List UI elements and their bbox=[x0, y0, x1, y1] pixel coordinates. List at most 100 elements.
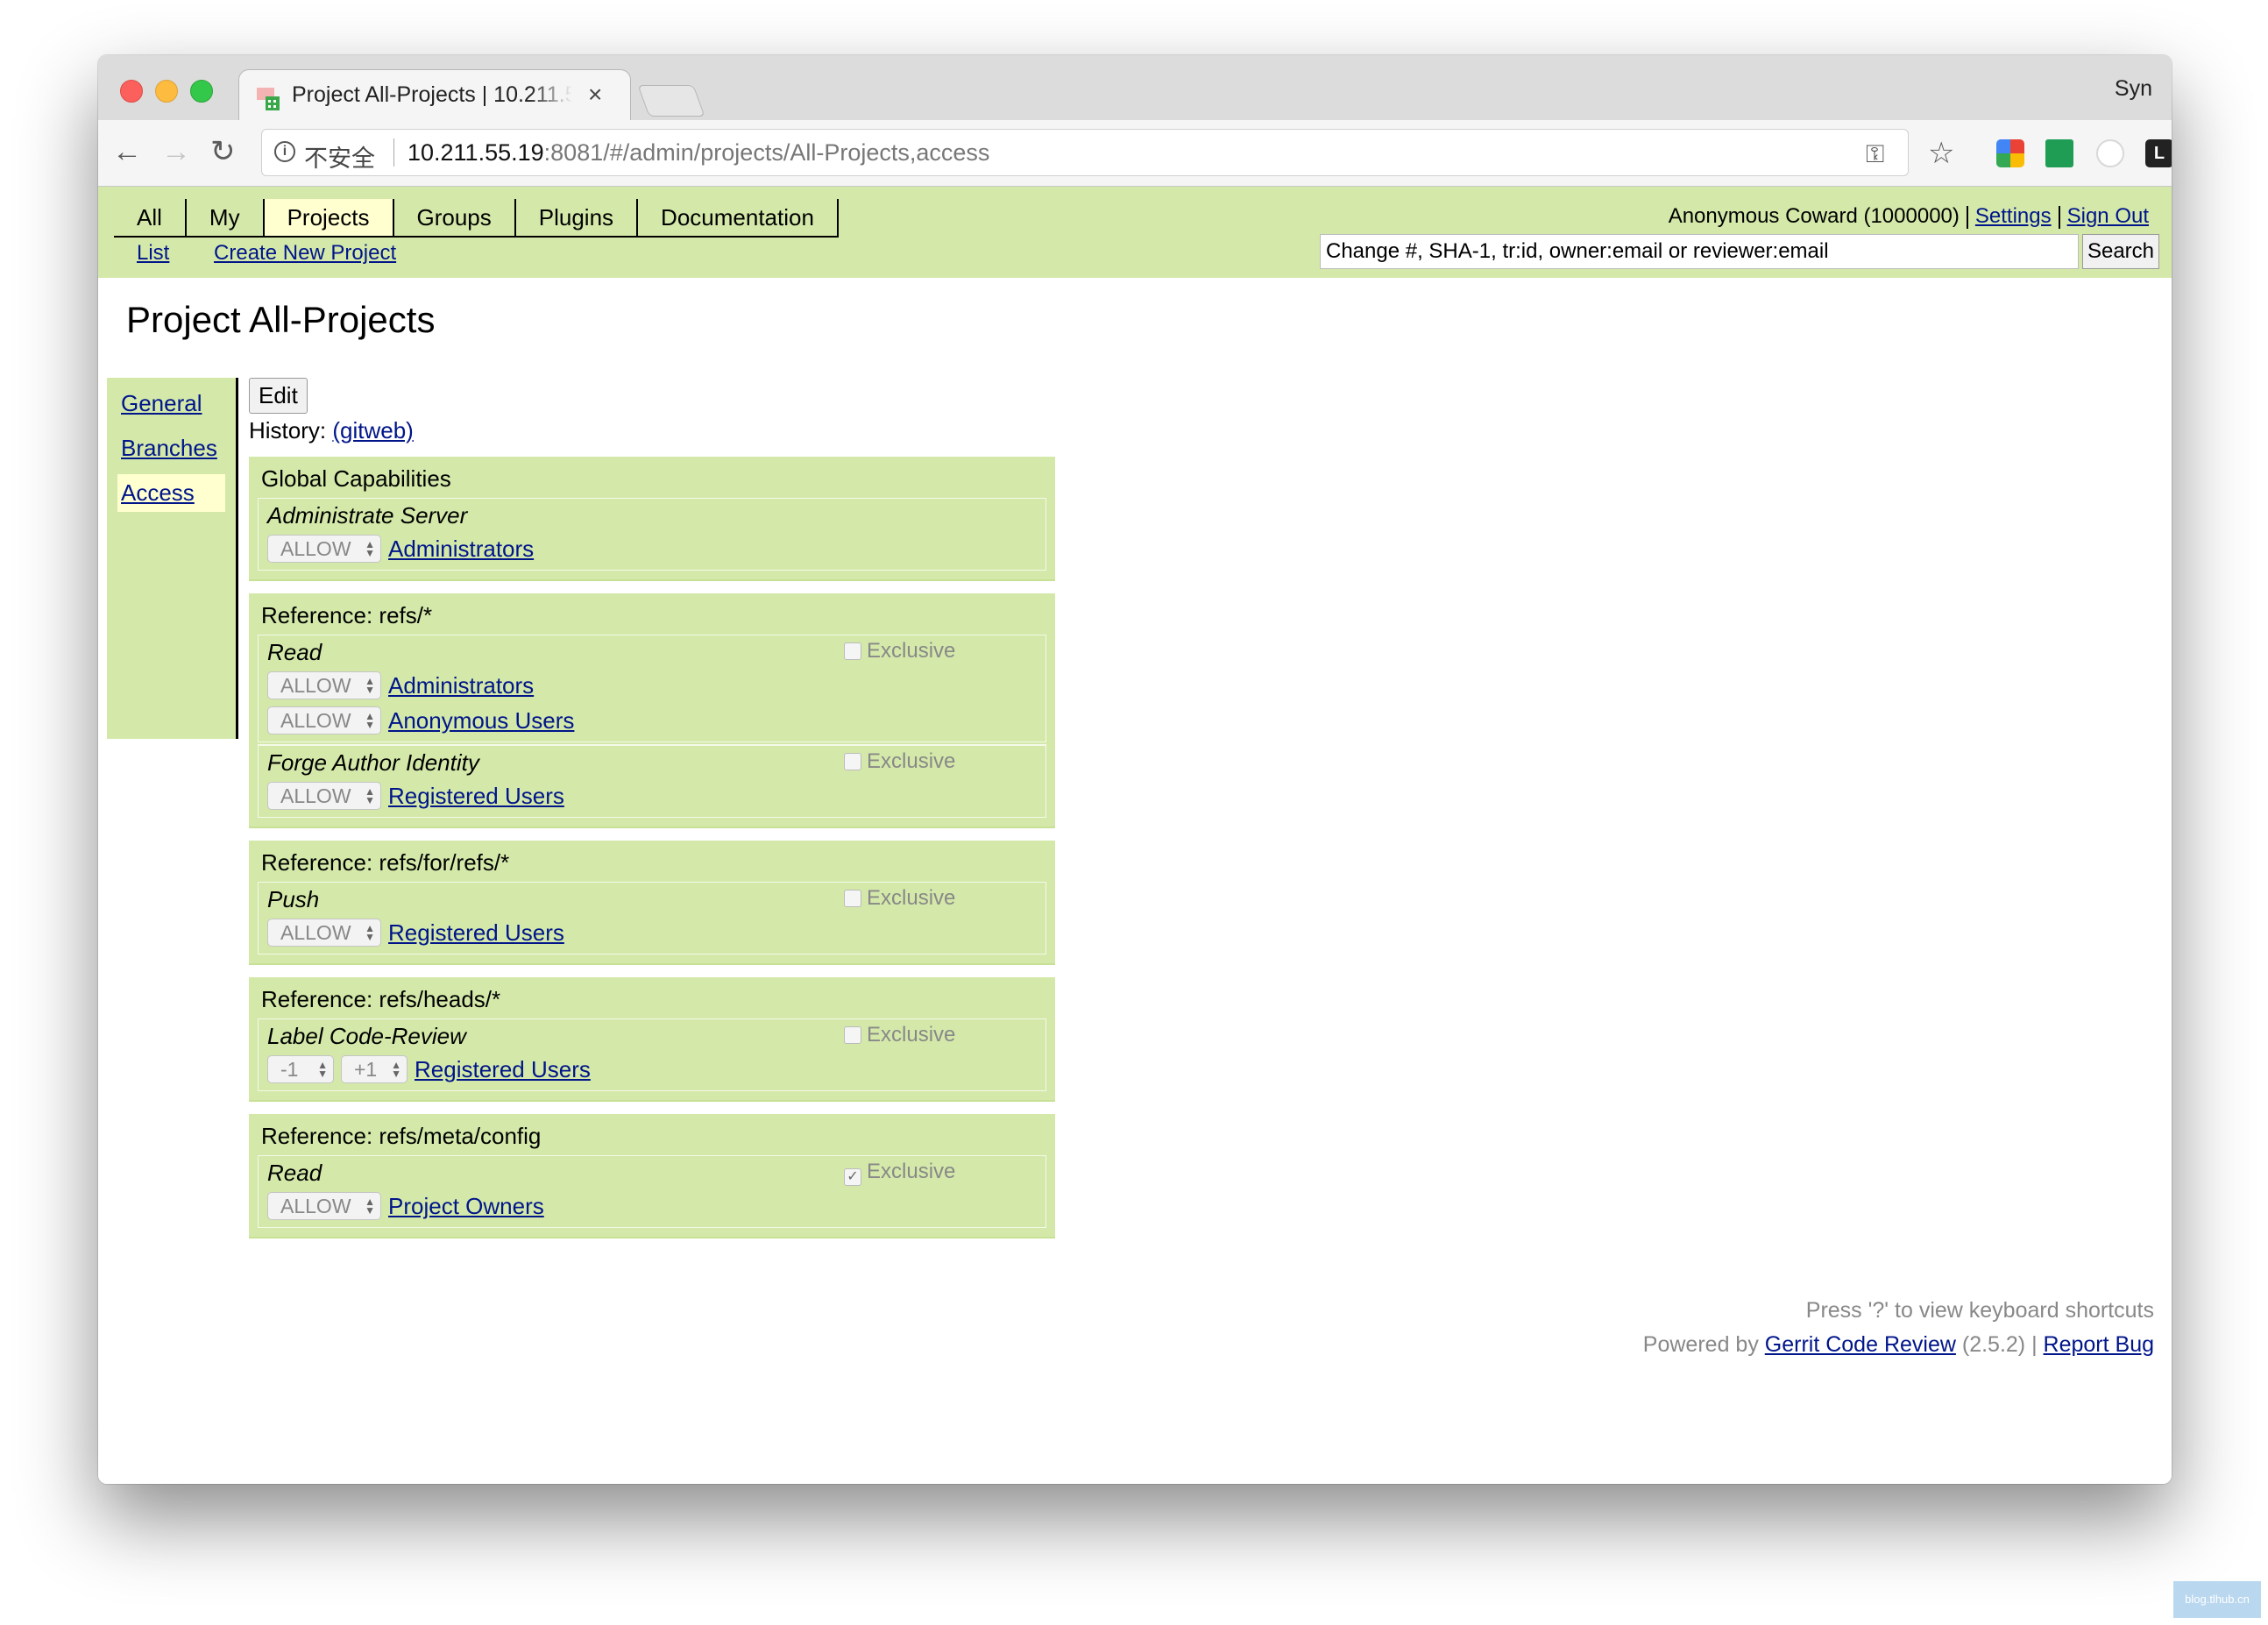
reload-icon[interactable]: ↻ bbox=[210, 134, 236, 169]
exclusive-toggle[interactable]: Exclusive bbox=[844, 639, 955, 663]
sign-out-link[interactable]: Sign Out bbox=[2067, 204, 2149, 228]
section-title: Reference: refs/for/refs/* bbox=[261, 849, 510, 876]
powered-by-line: Powered by Gerrit Code Review (2.5.2) | … bbox=[1643, 1332, 2154, 1358]
section-title: Reference: refs/* bbox=[261, 602, 433, 628]
user-separator bbox=[1966, 205, 1968, 229]
extension-color-icon[interactable] bbox=[1996, 139, 2024, 167]
exclusive-checkbox[interactable] bbox=[844, 1026, 861, 1044]
info-icon[interactable]: i bbox=[274, 141, 295, 162]
zoom-window-button[interactable] bbox=[190, 80, 213, 103]
group-link[interactable]: Registered Users bbox=[388, 783, 564, 810]
exclusive-toggle[interactable]: ✓ Exclusive bbox=[844, 1160, 955, 1186]
search-button[interactable]: Search bbox=[2082, 234, 2159, 269]
profile-name[interactable]: Syn bbox=[2115, 76, 2152, 102]
permission-rule: ALLOW ▲ ▼ Project Owners bbox=[267, 1190, 1037, 1222]
action-select[interactable]: ALLOW ▲ ▼ bbox=[267, 919, 381, 947]
sidebar-item-access[interactable]: Access bbox=[117, 474, 225, 512]
close-window-button[interactable] bbox=[120, 80, 143, 103]
url-host: 10.211.55.19 bbox=[408, 139, 544, 166]
exclusive-toggle[interactable]: Exclusive bbox=[844, 1023, 955, 1047]
exclusive-checkbox-checked[interactable]: ✓ bbox=[844, 1168, 861, 1186]
sidebar-item-general[interactable]: General bbox=[117, 385, 225, 422]
user-separator bbox=[2058, 205, 2060, 229]
group-link[interactable]: Anonymous Users bbox=[388, 707, 574, 734]
address-bar[interactable]: i 不安全 10.211.55.19:8081/#/admin/projects… bbox=[261, 129, 1909, 176]
exclusive-checkbox[interactable] bbox=[844, 890, 861, 907]
url-text[interactable]: 10.211.55.19:8081/#/admin/projects/All-P… bbox=[408, 139, 989, 167]
access-section: Reference: refs/* Read Exclusive ALLOW ▲ ▼… bbox=[249, 593, 1055, 828]
select-arrows-icon: ▲ ▼ bbox=[365, 785, 375, 806]
search-input[interactable] bbox=[1320, 234, 2079, 269]
project-sidebar: General Branches Access bbox=[107, 378, 238, 739]
group-link[interactable]: Project Owners bbox=[388, 1193, 544, 1220]
browser-toolbar: ← → ↻ i 不安全 10.211.55.19:8081/#/admin/pr… bbox=[98, 120, 2172, 187]
menu-item-groups[interactable]: Groups bbox=[394, 199, 516, 236]
report-bug-link[interactable]: Report Bug bbox=[2044, 1332, 2154, 1357]
group-link[interactable]: Administrators bbox=[388, 536, 534, 563]
extension-l-icon[interactable]: L bbox=[2145, 139, 2172, 167]
page-title: Project All-Projects bbox=[126, 299, 436, 340]
submenu-create-project-link[interactable]: Create New Project bbox=[214, 241, 396, 265]
range-min-select[interactable]: -1 ▲ ▼ bbox=[267, 1055, 334, 1083]
submenu-list-link[interactable]: List bbox=[137, 241, 169, 265]
gitweb-link[interactable]: (gitweb) bbox=[332, 417, 413, 444]
browser-tab-active[interactable]: Project All-Projects | 10.211.55.19 × bbox=[238, 69, 631, 120]
minimize-window-button[interactable] bbox=[155, 80, 178, 103]
page-footer: Press '?' to view keyboard shortcuts Pow… bbox=[1643, 1298, 2154, 1366]
edit-button[interactable]: Edit bbox=[249, 378, 308, 414]
action-select[interactable]: ALLOW ▲ ▼ bbox=[267, 1192, 381, 1220]
settings-link[interactable]: Settings bbox=[1975, 204, 2052, 228]
action-select[interactable]: ALLOW ▲ ▼ bbox=[267, 782, 381, 810]
back-arrow-icon[interactable]: ← bbox=[112, 134, 142, 169]
extension-cast-icon[interactable] bbox=[2045, 139, 2073, 167]
permission-rule: ALLOW ▲ ▼ Administrators bbox=[267, 533, 1037, 564]
gerrit-link[interactable]: Gerrit Code Review bbox=[1765, 1332, 1956, 1357]
permission-block: Label Code-Review Exclusive -1 ▲ ▼ +1 ▲ ▼ Re… bbox=[258, 1018, 1046, 1091]
tab-strip: Project All-Projects | 10.211.55.19 × Sy… bbox=[98, 55, 2172, 120]
exclusive-toggle[interactable]: Exclusive bbox=[844, 886, 955, 911]
menu-item-documentation[interactable]: Documentation bbox=[638, 199, 839, 236]
gerrit-page: All My Projects Groups Plugins Documenta… bbox=[98, 187, 2172, 1484]
section-title: Reference: refs/heads/* bbox=[261, 986, 501, 1012]
menu-item-projects[interactable]: Projects bbox=[264, 199, 394, 236]
menu-item-my[interactable]: My bbox=[187, 199, 265, 236]
action-value: ALLOW bbox=[280, 708, 351, 732]
permission-block: Push Exclusive ALLOW ▲ ▼ Registered Users bbox=[258, 882, 1046, 954]
new-tab-button[interactable] bbox=[637, 85, 705, 117]
history-label: History: bbox=[249, 417, 327, 444]
action-select[interactable]: ALLOW ▲ ▼ bbox=[267, 535, 381, 563]
range-max-select[interactable]: +1 ▲ ▼ bbox=[341, 1055, 408, 1083]
menu-item-plugins[interactable]: Plugins bbox=[516, 199, 639, 236]
tab-title: Project All-Projects | 10.211.55.19 bbox=[292, 82, 572, 107]
exclusive-label: Exclusive bbox=[867, 1160, 956, 1183]
extension-circle-icon[interactable] bbox=[2096, 139, 2124, 167]
select-arrows-icon: ▲ ▼ bbox=[365, 922, 375, 943]
user-box: Anonymous Coward (1000000) Settings Sign O… bbox=[1669, 204, 2149, 229]
forward-arrow-icon[interactable]: → bbox=[161, 134, 191, 169]
exclusive-label: Exclusive bbox=[867, 1023, 956, 1047]
permission-name: Administrate Server bbox=[267, 502, 468, 529]
group-link[interactable]: Administrators bbox=[388, 672, 534, 699]
version-label: (2.5.2) | bbox=[1961, 1332, 2038, 1357]
group-link[interactable]: Registered Users bbox=[388, 919, 564, 947]
action-select[interactable]: ALLOW ▲ ▼ bbox=[267, 671, 381, 699]
menu-item-all[interactable]: All bbox=[114, 199, 187, 236]
permission-rule: ALLOW ▲ ▼ Administrators bbox=[267, 670, 1037, 701]
select-arrows-icon: ▲ ▼ bbox=[365, 710, 375, 731]
exclusive-checkbox[interactable] bbox=[844, 642, 861, 660]
tab-close-icon[interactable]: × bbox=[588, 81, 602, 109]
sub-menu: List Create New Project bbox=[137, 241, 435, 266]
url-path: :8081/#/admin/projects/All-Projects,acce… bbox=[543, 139, 990, 166]
permission-block: Read ✓ Exclusive ALLOW ▲ ▼ Project Owners bbox=[258, 1155, 1046, 1228]
group-link[interactable]: Registered Users bbox=[415, 1056, 591, 1083]
range-max-value: +1 bbox=[354, 1057, 378, 1081]
exclusive-checkbox[interactable] bbox=[844, 753, 861, 770]
bookmark-star-icon[interactable]: ☆ bbox=[1928, 136, 1954, 171]
action-value: ALLOW bbox=[280, 536, 351, 560]
security-label[interactable]: 不安全 bbox=[304, 139, 375, 174]
action-value: ALLOW bbox=[280, 784, 351, 807]
action-select[interactable]: ALLOW ▲ ▼ bbox=[267, 706, 381, 734]
key-icon[interactable]: ⚿ bbox=[1866, 140, 1884, 169]
exclusive-toggle[interactable]: Exclusive bbox=[844, 749, 955, 774]
sidebar-item-branches[interactable]: Branches bbox=[117, 429, 225, 467]
